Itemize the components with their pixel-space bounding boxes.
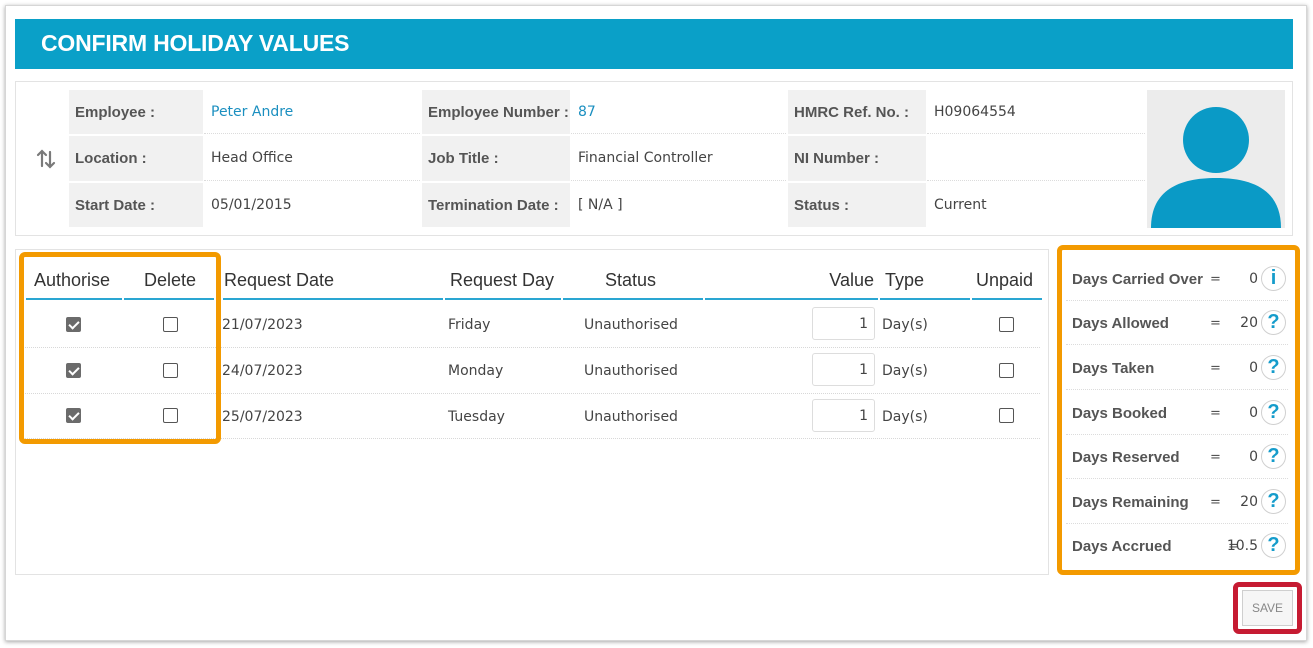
delete-checkbox[interactable] [163, 408, 178, 423]
page-title: CONFIRM HOLIDAY VALUES [41, 30, 350, 56]
summary-label: Days Accrued [1072, 537, 1172, 555]
employee-label: Employee : [69, 90, 203, 134]
request-date: 25/07/2023 [222, 408, 303, 425]
summary-value: 10.5 [1226, 538, 1258, 554]
summary-label: Days Carried Over [1072, 270, 1203, 288]
employee-number-label: Employee Number : [422, 90, 570, 134]
header-request-day: Request Day [445, 262, 561, 300]
sort-arrows-icon[interactable] [36, 148, 56, 170]
summary-row-booked: Days Booked = 0 ? [1066, 391, 1288, 435]
summary-equals: = [1210, 271, 1221, 287]
ni-number-value [927, 136, 1145, 181]
ni-number-label: NI Number : [788, 136, 926, 181]
summary-value: 0 [1249, 360, 1258, 376]
request-type: Day(s) [882, 316, 928, 333]
summary-label: Days Booked [1072, 404, 1168, 422]
summary-row-remaining: Days Remaining = 20 ? [1066, 480, 1288, 524]
status-value: Current [934, 197, 987, 213]
hmrc-label: HMRC Ref. No. : [788, 90, 926, 134]
unpaid-checkbox[interactable] [999, 317, 1014, 332]
request-date: 24/07/2023 [222, 362, 303, 379]
employee-name[interactable]: Peter Andre [204, 90, 420, 134]
summary-row-carried-over: Days Carried Over = 0 i [1066, 257, 1288, 301]
start-date-value: 05/01/2015 [211, 197, 292, 213]
request-date: 21/07/2023 [222, 316, 303, 333]
help-icon[interactable]: ? [1261, 400, 1286, 425]
header-request-date: Request Date [223, 262, 443, 300]
summary-equals: = [1210, 449, 1221, 465]
help-icon[interactable]: ? [1261, 533, 1286, 558]
unpaid-checkbox[interactable] [999, 408, 1014, 423]
employee-number[interactable]: 87 [571, 90, 786, 134]
person-icon [1151, 107, 1281, 228]
termination-date-value: [ N/A ] [578, 197, 623, 213]
employee-info-panel: Employee : Peter Andre Employee Number :… [15, 81, 1293, 236]
summary-value: 0 [1249, 405, 1258, 421]
help-icon[interactable]: ? [1261, 355, 1286, 380]
header-authorise: Authorise [26, 262, 122, 300]
value-input[interactable] [812, 353, 875, 386]
unpaid-checkbox[interactable] [999, 363, 1014, 378]
save-button[interactable]: SAVE [1242, 590, 1293, 626]
holiday-summary-panel: Days Carried Over = 0 i Days Allowed = 2… [1061, 249, 1296, 571]
summary-label: Days Remaining [1072, 493, 1189, 511]
request-day: Monday [448, 362, 504, 379]
request-status: Unauthorised [584, 362, 678, 379]
help-icon[interactable]: ? [1261, 444, 1286, 469]
delete-checkbox[interactable] [163, 317, 178, 332]
job-title-value: Financial Controller [571, 136, 786, 181]
summary-value: 0 [1249, 271, 1258, 287]
header-type: Type [880, 262, 970, 300]
title-bar: CONFIRM HOLIDAY VALUES [15, 19, 1293, 69]
header-status: Status [563, 262, 703, 300]
header-delete: Delete [124, 262, 214, 300]
request-table: Authorise Delete Request Date Request Da… [15, 249, 1049, 575]
summary-value: 0 [1249, 449, 1258, 465]
header-unpaid: Unpaid [972, 262, 1042, 300]
request-day: Tuesday [448, 408, 505, 425]
row-divider [25, 438, 1040, 439]
start-date-label: Start Date : [69, 183, 203, 227]
request-type: Day(s) [882, 408, 928, 425]
summary-row-reserved: Days Reserved = 0 ? [1066, 435, 1288, 479]
summary-value: 20 [1240, 315, 1258, 331]
help-icon[interactable]: ? [1261, 489, 1286, 514]
summary-equals: = [1210, 360, 1221, 376]
info-icon[interactable]: i [1261, 266, 1286, 291]
location-value: Head Office [204, 136, 420, 181]
summary-label: Days Taken [1072, 359, 1155, 377]
request-status: Unauthorised [584, 316, 678, 333]
authorise-checkbox[interactable] [66, 317, 81, 332]
employee-avatar [1147, 90, 1285, 228]
hmrc-value: H09064554 [927, 90, 1145, 134]
summary-equals: = [1210, 405, 1221, 421]
location-label: Location : [69, 136, 203, 181]
summary-label: Days Allowed [1072, 314, 1169, 332]
summary-value: 20 [1240, 494, 1258, 510]
status-label: Status : [788, 183, 926, 227]
request-day: Friday [448, 316, 491, 333]
header-value: Value [705, 262, 878, 300]
authorise-checkbox[interactable] [66, 408, 81, 423]
summary-equals: = [1210, 315, 1221, 331]
summary-row-accrued: Days Accrued = 10.5 ? [1066, 524, 1288, 568]
value-input[interactable] [812, 307, 875, 340]
help-icon[interactable]: ? [1261, 310, 1286, 335]
value-input[interactable] [812, 399, 875, 432]
termination-date-label: Termination Date : [422, 183, 570, 227]
summary-equals: = [1210, 494, 1221, 510]
request-type: Day(s) [882, 362, 928, 379]
summary-label: Days Reserved [1072, 448, 1180, 466]
request-status: Unauthorised [584, 408, 678, 425]
summary-row-allowed: Days Allowed = 20 ? [1066, 301, 1288, 345]
job-title-label: Job Title : [422, 136, 570, 181]
summary-row-taken: Days Taken = 0 ? [1066, 346, 1288, 390]
delete-checkbox[interactable] [163, 363, 178, 378]
authorise-checkbox[interactable] [66, 363, 81, 378]
